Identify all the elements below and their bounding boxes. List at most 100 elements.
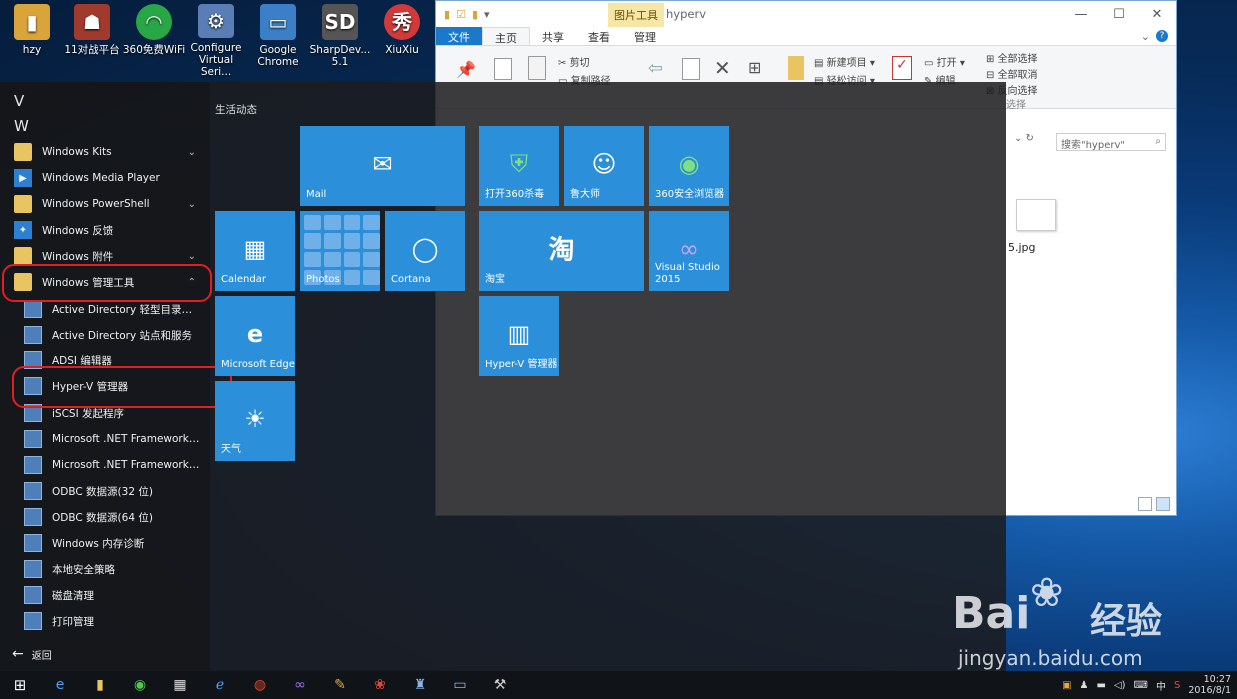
copy-to-icon[interactable] — [682, 58, 700, 80]
minimize-button[interactable]: — — [1062, 1, 1100, 27]
tray-app-icon[interactable]: ▣ — [1062, 680, 1071, 691]
hyperv-taskbar-icon[interactable]: ▭ — [440, 671, 480, 699]
desktop-icon-360-wifi[interactable]: ◠ 360免费WiFi — [122, 4, 186, 78]
app-print-management[interactable]: 打印管理 — [24, 609, 200, 633]
select-all-button[interactable]: ⊞ 全部选择 — [986, 50, 1038, 65]
close-button[interactable]: ✕ — [1138, 1, 1176, 27]
tool-taskbar-icon[interactable]: ⚒ — [480, 671, 520, 699]
visual-studio-taskbar-icon[interactable]: ∞ — [280, 671, 320, 699]
calculator-taskbar-icon[interactable]: ▦ — [160, 671, 200, 699]
ribbon-help-controls: ⌄ ? — [1141, 27, 1176, 45]
tab-manage[interactable]: 管理 — [622, 27, 668, 45]
shield-icon: ⛨ — [510, 149, 528, 178]
tab-share[interactable]: 共享 — [530, 27, 576, 45]
tray-user-icon[interactable]: ♟ — [1080, 680, 1089, 691]
clock[interactable]: 10:27 2016/8/1 — [1188, 674, 1231, 696]
tile-microsoft-edge[interactable]: e Microsoft Edge — [215, 296, 295, 376]
app-ad-sites-services[interactable]: Active Directory 站点和服务 — [24, 323, 200, 347]
open-button[interactable]: ▭ 打开 ▾ — [924, 54, 965, 69]
select-none-button[interactable]: ⊟ 全部取消 — [986, 66, 1038, 81]
move-to-icon[interactable]: ⇦ — [648, 58, 663, 79]
copy-icon[interactable] — [494, 58, 512, 80]
new-folder-icon[interactable] — [788, 56, 804, 80]
internet-explorer-taskbar-icon[interactable]: ℯ — [200, 671, 240, 699]
paint-taskbar-icon[interactable]: ✎ — [320, 671, 360, 699]
app-windows-kits[interactable]: Windows Kits ⌄ — [14, 140, 200, 164]
dropdown-icon[interactable]: ▾ — [484, 8, 490, 21]
file-explorer-taskbar-icon[interactable]: ▮ — [80, 671, 120, 699]
start-button[interactable]: ⊞ — [0, 671, 40, 699]
tile-weather[interactable]: ☀ 天气 — [215, 381, 295, 461]
help-icon[interactable]: ? — [1156, 30, 1168, 42]
large-icons-view-button[interactable] — [1156, 497, 1170, 511]
back-button[interactable]: ← 返回 — [12, 646, 52, 662]
desktop-icon-hzy[interactable]: ▮ hzy — [0, 4, 64, 78]
maximize-button[interactable]: ☐ — [1100, 1, 1138, 27]
new-item-button[interactable]: ▤ 新建项目 ▾ — [814, 54, 875, 69]
app-odbc-64[interactable]: ODBC 数据源(64 位) — [24, 505, 200, 529]
checkbox-icon[interactable]: ☑ — [456, 8, 466, 21]
tile-photos[interactable]: Photos — [300, 211, 380, 291]
properties-icon[interactable]: ✓ — [892, 56, 912, 80]
paste-icon[interactable] — [528, 56, 546, 80]
desktop-icon-xiuxiu[interactable]: 秀 XiuXiu — [370, 4, 434, 78]
search-input[interactable]: 搜索"hyperv" ⌕ — [1056, 133, 1166, 151]
app-windows-feedback[interactable]: ✦ Windows 反馈 — [14, 218, 200, 242]
desktop-icon-11-platform[interactable]: ☗ 11对战平台 — [60, 4, 124, 78]
pin-icon[interactable]: 📌 — [456, 60, 476, 79]
details-view-button[interactable] — [1138, 497, 1152, 511]
edge-taskbar-icon[interactable]: e — [40, 671, 80, 699]
tab-view[interactable]: 查看 — [576, 27, 622, 45]
app-windows-media-player[interactable]: ▶ Windows Media Player — [14, 166, 200, 190]
keyboard-icon[interactable]: ⌨ — [1134, 680, 1148, 691]
tile-ludashi[interactable]: ☺ 鲁大师 — [564, 126, 644, 206]
image-file-thumbnail[interactable] — [1016, 199, 1056, 231]
tab-file[interactable]: 文件 — [436, 27, 482, 45]
delete-icon[interactable]: ✕ — [714, 56, 731, 80]
sogou-icon[interactable]: S — [1174, 680, 1180, 691]
desktop-icon-sharpdevelop[interactable]: SD SharpDev... 5.1 — [308, 4, 372, 78]
desktop-icon-configure-virtual-serial[interactable]: ⚙ Configure Virtual Seri... — [184, 4, 248, 78]
app-odbc-32[interactable]: ODBC 数据源(32 位) — [24, 479, 200, 503]
app-local-security-policy[interactable]: 本地安全策略 — [24, 557, 200, 581]
tile-visual-studio[interactable]: ∞ Visual Studio 2015 — [649, 211, 729, 291]
user-folder-icon: ▮ — [14, 4, 50, 40]
folder-icon[interactable]: ▮ — [472, 8, 478, 21]
baidu-watermark-brand: Bai — [952, 588, 1031, 639]
desktop-icon-google-chrome[interactable]: ▭ Google Chrome — [246, 4, 310, 78]
letter-header-v[interactable]: V — [14, 92, 24, 110]
app-taskbar-icon[interactable]: ♜ — [400, 671, 440, 699]
rename-icon[interactable]: ⊞ — [748, 58, 761, 77]
chevron-down-icon[interactable]: ⌄ — [1141, 30, 1150, 43]
chrome-taskbar-icon[interactable]: ◍ — [240, 671, 280, 699]
file-name[interactable]: 5.jpg — [1008, 241, 1036, 254]
app-dotnet-framework-2[interactable]: Microsoft .NET Framework 1.... — [24, 453, 200, 477]
tile-360-browser[interactable]: ◉ 360安全浏览器 — [649, 126, 729, 206]
app-memory-diagnostic[interactable]: Windows 内存诊断 — [24, 531, 200, 555]
quick-access-toolbar: ▮ ☑ ▮ ▾ — [436, 8, 490, 21]
refresh-icon[interactable]: ⌄ ↻ — [1014, 133, 1034, 144]
tile-360-antivirus[interactable]: ⛨ 打开360杀毒 — [479, 126, 559, 206]
tile-calendar[interactable]: ▦ Calendar — [215, 211, 295, 291]
tile-hyperv-manager[interactable]: ▥ Hyper-V 管理器 — [479, 296, 559, 376]
visual-studio-icon: ∞ — [679, 234, 699, 263]
360-taskbar-icon[interactable]: ◉ — [120, 671, 160, 699]
tab-home[interactable]: 主页 — [482, 27, 530, 45]
folder-icon[interactable]: ▮ — [444, 8, 450, 21]
tile-cortana[interactable]: ◯ Cortana — [385, 211, 465, 291]
calendar-icon: ▦ — [243, 234, 267, 263]
cut-button[interactable]: ✂ 剪切 — [558, 54, 590, 69]
ime-indicator[interactable]: 中 — [1156, 678, 1166, 693]
tile-mail[interactable]: ✉ Mail — [300, 126, 465, 206]
network-icon[interactable]: ▬ — [1096, 680, 1105, 691]
xiuxiu-taskbar-icon[interactable]: ❀ — [360, 671, 400, 699]
volume-icon[interactable]: ◁) — [1114, 680, 1126, 691]
letter-header-w[interactable]: W — [14, 117, 29, 135]
app-windows-powershell[interactable]: Windows PowerShell ⌄ — [14, 192, 200, 216]
app-dotnet-framework-1[interactable]: Microsoft .NET Framework 1.... — [24, 427, 200, 451]
admin-tool-icon — [24, 300, 42, 318]
tile-taobao[interactable]: 淘 淘宝 — [479, 211, 644, 291]
chevron-down-icon: ⌄ — [187, 146, 196, 158]
app-disk-cleanup[interactable]: 磁盘清理 — [24, 583, 200, 607]
explorer-titlebar[interactable]: ▮ ☑ ▮ ▾ 图片工具 hyperv — ☐ ✕ — [436, 1, 1176, 27]
